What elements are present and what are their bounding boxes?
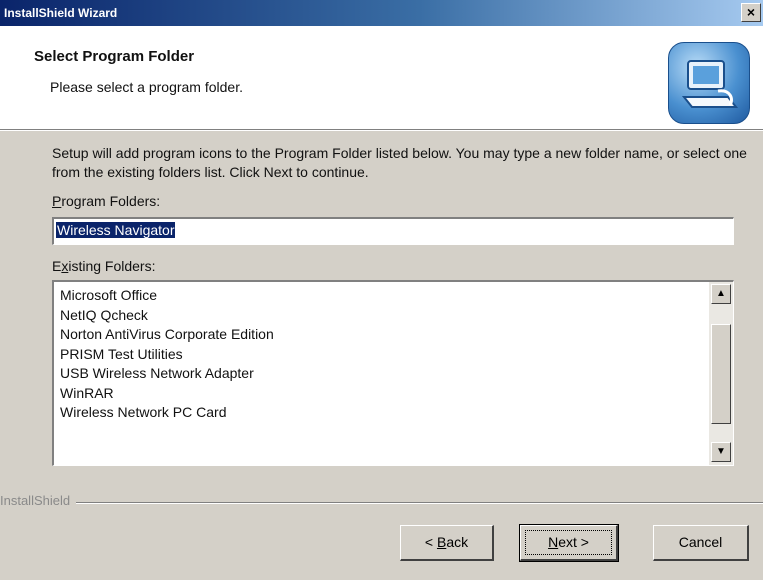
list-item[interactable]: USB Wireless Network Adapter xyxy=(60,364,274,384)
installshield-wizard-window: InstallShield Wizard × Select Program Fo… xyxy=(0,0,763,580)
title-bar[interactable]: InstallShield Wizard × xyxy=(0,0,763,26)
list-item[interactable]: Microsoft Office xyxy=(60,286,274,306)
focus-rectangle xyxy=(525,530,612,555)
arrow-up-icon: ▲ xyxy=(716,288,726,299)
list-item[interactable]: NetIQ Qcheck xyxy=(60,306,274,326)
close-icon: × xyxy=(746,4,756,20)
list-item[interactable]: Norton AntiVirus Corporate Edition xyxy=(60,325,274,345)
list-item[interactable]: PRISM Test Utilities xyxy=(60,345,274,365)
back-button[interactable]: < Back xyxy=(400,525,494,561)
program-folder-input[interactable]: Wireless Navigator xyxy=(52,217,734,245)
page-subtitle: Please select a program folder. xyxy=(50,79,243,95)
header-divider xyxy=(0,130,763,131)
vertical-scrollbar[interactable]: ▲ ▼ xyxy=(709,282,733,465)
cancel-button[interactable]: Cancel xyxy=(653,525,749,561)
list-item[interactable]: WinRAR xyxy=(60,384,274,404)
intro-text: Setup will add program icons to the Prog… xyxy=(52,145,747,180)
brand-divider: InstallShield xyxy=(0,493,763,511)
program-folders-label: Program Folders: xyxy=(52,193,161,209)
window-title: InstallShield Wizard xyxy=(4,6,118,20)
page-title: Select Program Folder xyxy=(34,48,195,65)
program-folder-value: Wireless Navigator xyxy=(56,222,176,238)
list-item[interactable]: Wireless Network PC Card xyxy=(60,403,274,423)
divider-line xyxy=(0,502,763,504)
next-button[interactable]: Next > xyxy=(519,524,619,562)
scroll-up-button[interactable]: ▲ xyxy=(711,284,731,304)
installshield-brand: InstallShield xyxy=(0,493,77,508)
scroll-thumb[interactable] xyxy=(711,324,731,424)
existing-folders-list[interactable]: Microsoft Office NetIQ Qcheck Norton Ant… xyxy=(52,280,734,466)
computer-installer-icon xyxy=(668,42,750,124)
wizard-header: Select Program Folder Please select a pr… xyxy=(0,26,763,130)
scroll-down-button[interactable]: ▼ xyxy=(711,442,731,462)
close-button[interactable]: × xyxy=(741,3,761,22)
existing-folders-label: Existing Folders: xyxy=(52,258,156,274)
arrow-down-icon: ▼ xyxy=(716,446,726,457)
